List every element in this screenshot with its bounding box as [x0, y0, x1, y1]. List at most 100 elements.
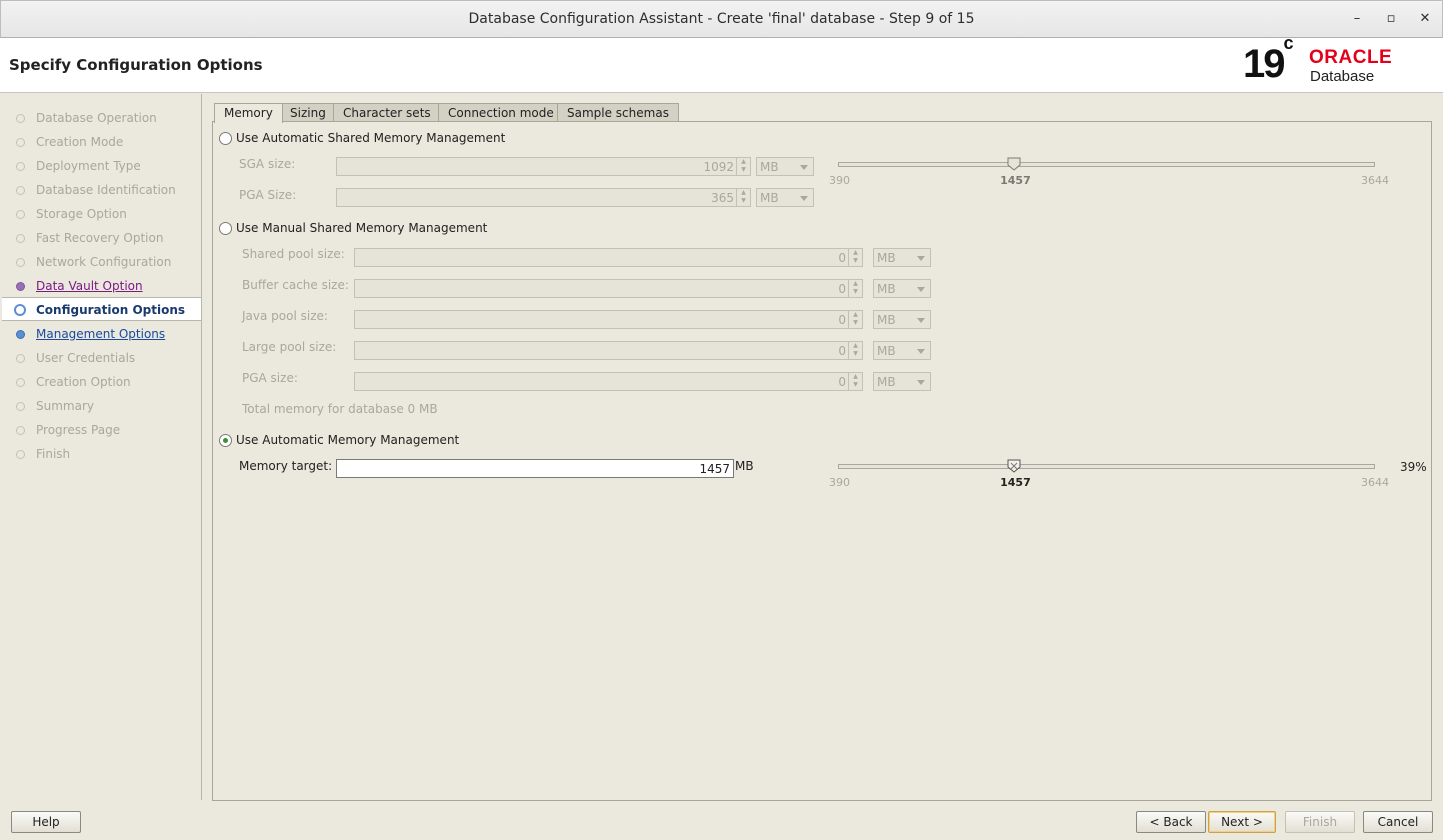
buffer-cache-spinner[interactable]: 0 ▲ ▼	[354, 279, 863, 298]
back-button[interactable]: < Back	[1136, 811, 1206, 833]
tab-sample-schemas[interactable]: Sample schemas	[557, 103, 679, 122]
spinner-arrows-icon[interactable]: ▲ ▼	[848, 280, 862, 297]
window-title: Database Configuration Assistant - Creat…	[468, 11, 975, 27]
step-navigation: Database Operation Creation Mode Deploym…	[2, 94, 202, 800]
close-icon[interactable]: ✕	[1417, 11, 1433, 27]
memory-target-input[interactable]: 1457	[336, 459, 734, 478]
shared-pool-spinner[interactable]: 0 ▲ ▼	[354, 248, 863, 267]
sidebar-step: Summary	[2, 394, 201, 418]
step-dot-icon	[16, 450, 25, 459]
asmm-slider-min: 390	[829, 174, 850, 187]
pga-unit-select[interactable]: MB	[756, 188, 814, 207]
step-dot-icon	[16, 282, 25, 291]
shared-pool-unit-select[interactable]: MB	[873, 248, 931, 267]
tab-memory[interactable]: Memory	[214, 103, 283, 123]
sidebar-step: User Credentials	[2, 346, 201, 370]
chevron-down-icon	[917, 349, 925, 354]
sidebar-step: Deployment Type	[2, 154, 201, 178]
step-dot-icon	[16, 234, 25, 243]
sidebar-step: Creation Mode	[2, 130, 201, 154]
title-bar: Database Configuration Assistant - Creat…	[0, 0, 1443, 38]
step-dot-icon	[16, 162, 25, 171]
amm-label: Use Automatic Memory Management	[236, 433, 460, 447]
pga-manual-spinner[interactable]: 0 ▲ ▼	[354, 372, 863, 391]
asmm-slider-track[interactable]	[838, 162, 1375, 167]
sidebar-step: Progress Page	[2, 418, 201, 442]
pga-manual-unit-select[interactable]: MB	[873, 372, 931, 391]
tab-connection-mode[interactable]: Connection mode	[438, 103, 564, 122]
sidebar-step: Database Operation	[2, 106, 201, 130]
step-dot-icon	[16, 210, 25, 219]
sidebar-step: Fast Recovery Option	[2, 226, 201, 250]
finish-button[interactable]: Finish	[1285, 811, 1355, 833]
buffer-cache-label: Buffer cache size:	[242, 278, 349, 292]
spinner-arrows-icon[interactable]: ▲ ▼	[736, 158, 750, 175]
minimize-icon[interactable]: –	[1349, 11, 1365, 27]
step-dot-icon	[16, 138, 25, 147]
java-pool-spinner[interactable]: 0 ▲ ▼	[354, 310, 863, 329]
total-memory-text: Total memory for database 0 MB	[242, 402, 438, 416]
spinner-arrows-icon[interactable]: ▲ ▼	[848, 311, 862, 328]
footer-bar: Help < Back Next > Finish Cancel	[0, 806, 1443, 840]
sidebar-step-data-vault[interactable]: Data Vault Option	[2, 274, 201, 298]
java-pool-unit-select[interactable]: MB	[873, 310, 931, 329]
sga-size-spinner[interactable]: 1092 ▲ ▼	[336, 157, 751, 176]
spinner-arrows-icon[interactable]: ▲ ▼	[848, 373, 862, 390]
amm-slider-max: 3644	[1361, 476, 1389, 489]
sidebar-step-current: Configuration Options	[2, 297, 201, 321]
step-dot-icon	[16, 258, 25, 267]
asmm-slider-value: 1457	[1000, 174, 1031, 187]
sidebar-step: Finish	[2, 442, 201, 466]
sidebar-step: Database Identification	[2, 178, 201, 202]
step-dot-icon	[16, 330, 25, 339]
pga-size-label: PGA Size:	[239, 188, 297, 202]
chevron-down-icon	[917, 287, 925, 292]
chevron-down-icon	[800, 196, 808, 201]
spinner-arrows-icon[interactable]: ▲ ▼	[848, 249, 862, 266]
manual-label: Use Manual Shared Memory Management	[236, 221, 488, 235]
sidebar-step-management[interactable]: Management Options	[2, 322, 201, 346]
spinner-arrows-icon[interactable]: ▲ ▼	[848, 342, 862, 359]
step-dot-icon	[16, 378, 25, 387]
help-button[interactable]: Help	[11, 811, 81, 833]
cancel-button[interactable]: Cancel	[1363, 811, 1433, 833]
amm-slider-value: 1457	[1000, 476, 1031, 489]
step-dot-icon	[16, 186, 25, 195]
logo-brand: ORACLE	[1309, 47, 1393, 68]
chevron-down-icon	[917, 380, 925, 385]
manual-radio[interactable]	[219, 222, 232, 235]
tab-sizing[interactable]: Sizing	[280, 103, 336, 122]
large-pool-unit-select[interactable]: MB	[873, 341, 931, 360]
sidebar-step: Network Configuration	[2, 250, 201, 274]
pga-manual-label: PGA size:	[242, 371, 298, 385]
sga-unit-select[interactable]: MB	[756, 157, 814, 176]
step-current-icon	[14, 304, 26, 316]
buffer-cache-unit-select[interactable]: MB	[873, 279, 931, 298]
pga-size-spinner[interactable]: 365 ▲ ▼	[336, 188, 751, 207]
amm-slider-percent: 39%	[1400, 460, 1427, 474]
large-pool-label: Large pool size:	[242, 340, 337, 354]
maximize-icon[interactable]: ▫	[1383, 11, 1399, 27]
asmm-label: Use Automatic Shared Memory Management	[236, 131, 506, 145]
step-dot-icon	[16, 402, 25, 411]
memory-target-label: Memory target:	[239, 459, 333, 473]
amm-slider-track[interactable]	[838, 464, 1375, 469]
chevron-down-icon	[800, 165, 808, 170]
shared-pool-label: Shared pool size:	[242, 247, 345, 261]
step-dot-icon	[16, 426, 25, 435]
logo-version: 19c	[1243, 32, 1294, 86]
page-title: Specify Configuration Options	[9, 56, 263, 74]
logo-product: Database	[1310, 68, 1375, 85]
amm-radio[interactable]	[219, 434, 232, 447]
spinner-arrows-icon[interactable]: ▲ ▼	[736, 189, 750, 206]
java-pool-label: Java pool size:	[242, 309, 328, 323]
step-dot-icon	[16, 354, 25, 363]
asmm-radio[interactable]	[219, 132, 232, 145]
asmm-slider-thumb[interactable]	[1007, 157, 1021, 171]
next-button[interactable]: Next >	[1208, 811, 1276, 833]
oracle-logo: 19c ORACLE Database	[1241, 32, 1431, 88]
large-pool-spinner[interactable]: 0 ▲ ▼	[354, 341, 863, 360]
tab-character-sets[interactable]: Character sets	[333, 103, 441, 122]
memory-target-unit: MB	[735, 459, 754, 473]
amm-slider-thumb[interactable]	[1007, 459, 1021, 473]
